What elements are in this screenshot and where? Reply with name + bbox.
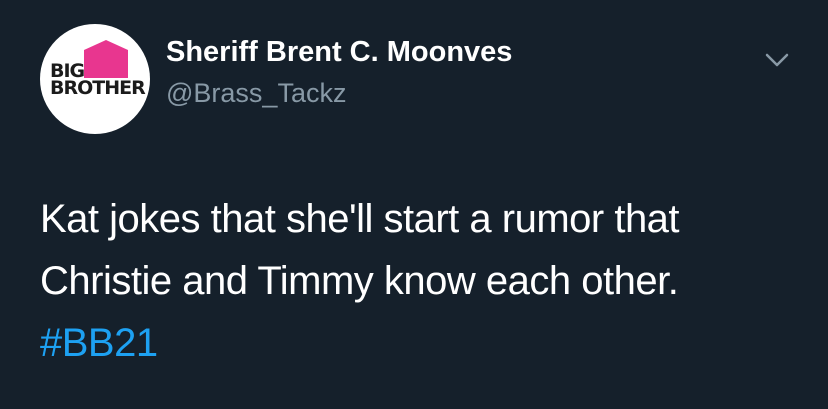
logo-house-shape	[84, 40, 128, 78]
user-handle[interactable]: @Brass_Tackz	[166, 80, 346, 107]
tweet-text-line: Kat jokes that she'll start a rumor that	[40, 197, 680, 241]
avatar[interactable]: BIG BROTHER	[40, 24, 150, 134]
tweet-text: Kat jokes that she'll start a rumor that…	[40, 188, 800, 374]
hashtag-link[interactable]: #BB21	[40, 312, 800, 374]
tweet-text-line: Christie and Timmy know each other.	[40, 259, 679, 303]
logo-text-brother: BROTHER	[50, 77, 146, 99]
chevron-down-icon[interactable]	[762, 48, 792, 72]
tweet-card: BIG BROTHER Sheriff Brent C. Moonves @Br…	[0, 0, 828, 409]
display-name[interactable]: Sheriff Brent C. Moonves	[166, 38, 512, 67]
